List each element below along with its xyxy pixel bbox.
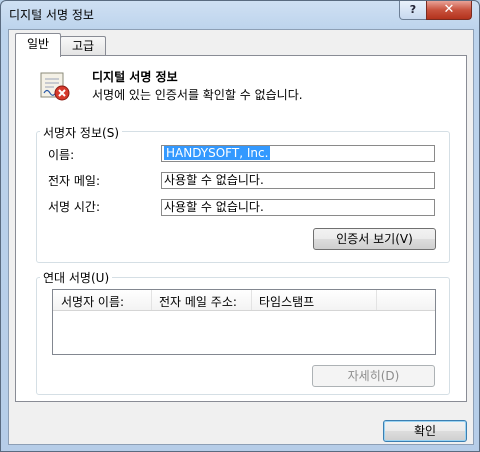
- name-value: HANDYSOFT, Inc.: [164, 146, 271, 160]
- column-timestamp[interactable]: 타임스탬프: [259, 293, 314, 310]
- header-title: 디지털 서명 정보: [92, 70, 178, 84]
- general-tab-panel: 디지털 서명 정보 서명에 있는 인증서를 확인할 수 없습니다. 서명자 정보…: [15, 55, 467, 402]
- name-label: 이름:: [48, 148, 75, 162]
- certificate-error-icon: [40, 72, 70, 101]
- dialog-client-area: 일반 고급 디지털 서명 정보 서명에 있는 인증서를 확인할 수 없습니다. …: [8, 29, 474, 445]
- close-button[interactable]: ✕: [426, 1, 472, 20]
- column-email[interactable]: 전자 메일 주소:: [159, 293, 237, 310]
- column-separator: [251, 290, 252, 310]
- title-bar[interactable]: 디지털 서명 정보 ? ✕: [1, 1, 479, 29]
- view-certificate-button[interactable]: 인증서 보기(V): [313, 228, 436, 250]
- details-button[interactable]: 자세히(D): [312, 365, 435, 387]
- signer-info-group-label: 서명자 정보(S): [40, 124, 122, 141]
- email-field[interactable]: 사용할 수 없습니다.: [161, 172, 435, 189]
- ok-button[interactable]: 확인: [383, 420, 467, 442]
- countersignatures-list[interactable]: 서명자 이름: 전자 메일 주소: 타임스탬프: [52, 289, 436, 355]
- signing-time-label: 서명 시간:: [48, 200, 101, 214]
- name-field[interactable]: HANDYSOFT, Inc.: [161, 145, 435, 162]
- help-button[interactable]: ?: [399, 1, 427, 20]
- signing-time-field[interactable]: 사용할 수 없습니다.: [161, 199, 435, 216]
- tab-general[interactable]: 일반: [15, 33, 61, 57]
- header-description: 서명에 있는 인증서를 확인할 수 없습니다.: [92, 88, 303, 102]
- column-separator: [376, 290, 377, 310]
- column-signer-name[interactable]: 서명자 이름:: [61, 293, 124, 310]
- tab-advanced[interactable]: 고급: [60, 36, 106, 56]
- dialog-window: 디지털 서명 정보 ? ✕ 일반 고급 디지털 서명 정보 서명에 있는 인증서…: [0, 0, 480, 452]
- list-header: 서명자 이름: 전자 메일 주소: 타임스탬프: [53, 290, 435, 311]
- email-label: 전자 메일:: [48, 174, 101, 188]
- column-separator: [151, 290, 152, 310]
- window-title: 디지털 서명 정보: [9, 8, 94, 22]
- countersignatures-group-label: 연대 서명(U): [40, 269, 113, 286]
